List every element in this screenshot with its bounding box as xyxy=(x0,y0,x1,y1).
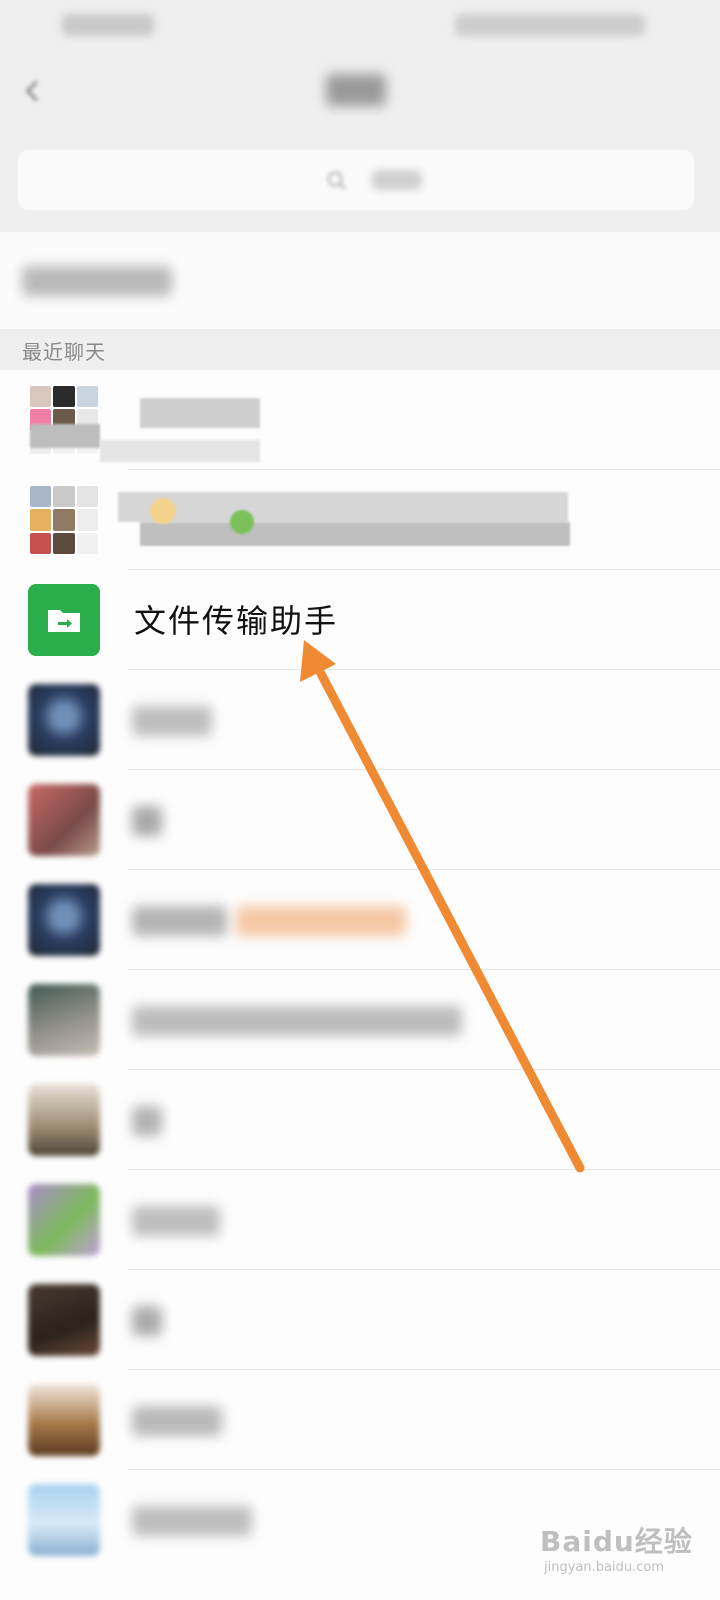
avatar xyxy=(28,1284,100,1356)
chat-row-5[interactable] xyxy=(0,770,720,870)
avatar xyxy=(28,684,100,756)
status-bar-left-blurred xyxy=(62,14,154,36)
watermark-brand: Baidu经验 xyxy=(540,1525,693,1558)
chat-name-blurred xyxy=(132,1306,162,1336)
section-header-recent: 最近聊天 xyxy=(0,330,720,370)
chat-row-9[interactable] xyxy=(0,1170,720,1270)
create-new-chat-label-blurred xyxy=(22,266,172,296)
baidu-watermark: Baidu经验 jingyan.baidu.com xyxy=(540,1518,710,1588)
chat-row-8[interactable] xyxy=(0,1070,720,1170)
name-mosaic xyxy=(140,398,260,428)
group-avatar xyxy=(28,484,100,556)
chat-name-blurred xyxy=(132,806,162,836)
name-mosaic xyxy=(30,424,100,448)
create-new-chat-row[interactable] xyxy=(0,232,720,330)
name-mosaic xyxy=(118,492,568,522)
chat-name-blurred xyxy=(132,1006,462,1036)
chat-name: 文件传输助手 xyxy=(134,602,339,640)
chat-row-file-transfer[interactable]: 文件传输助手 xyxy=(0,570,720,670)
watermark-url: jingyan.baidu.com xyxy=(544,1560,664,1575)
avatar xyxy=(28,1484,100,1556)
chat-name-blurred xyxy=(132,706,212,736)
chat-row-11[interactable] xyxy=(0,1370,720,1470)
search-placeholder-blurred xyxy=(372,170,422,190)
avatar xyxy=(28,984,100,1056)
chat-name-blurred xyxy=(132,1406,222,1436)
avatar xyxy=(28,1384,100,1456)
chat-name-blurred xyxy=(132,1506,252,1536)
section-header-label: 最近聊天 xyxy=(22,340,106,364)
avatar xyxy=(28,784,100,856)
avatar xyxy=(28,1184,100,1256)
avatar xyxy=(28,1084,100,1156)
title-bar xyxy=(0,50,720,132)
name-mosaic xyxy=(100,440,260,462)
name-mosaic xyxy=(230,510,254,534)
chat-row-7[interactable] xyxy=(0,970,720,1070)
chat-row-group-2[interactable] xyxy=(0,470,720,570)
chat-row-4[interactable] xyxy=(0,670,720,770)
search-input[interactable] xyxy=(18,150,694,210)
search-area xyxy=(0,132,720,232)
status-bar xyxy=(0,0,720,50)
chat-tag-blurred xyxy=(236,906,406,936)
name-mosaic xyxy=(140,522,570,546)
chevron-left-icon[interactable] xyxy=(20,78,46,104)
chat-row-6[interactable] xyxy=(0,870,720,970)
status-bar-right-blurred xyxy=(455,14,645,36)
chat-row-group-1[interactable] xyxy=(0,370,720,470)
name-mosaic xyxy=(150,498,176,524)
search-icon xyxy=(327,171,346,190)
chat-name-blurred xyxy=(132,1106,162,1136)
chat-name-blurred xyxy=(132,1206,220,1236)
page-title-blurred xyxy=(326,74,386,106)
chat-name-blurred xyxy=(132,906,227,936)
file-transfer-avatar xyxy=(28,584,100,656)
folder-arrow-icon xyxy=(48,610,80,632)
chat-row-10[interactable] xyxy=(0,1270,720,1370)
avatar xyxy=(28,884,100,956)
